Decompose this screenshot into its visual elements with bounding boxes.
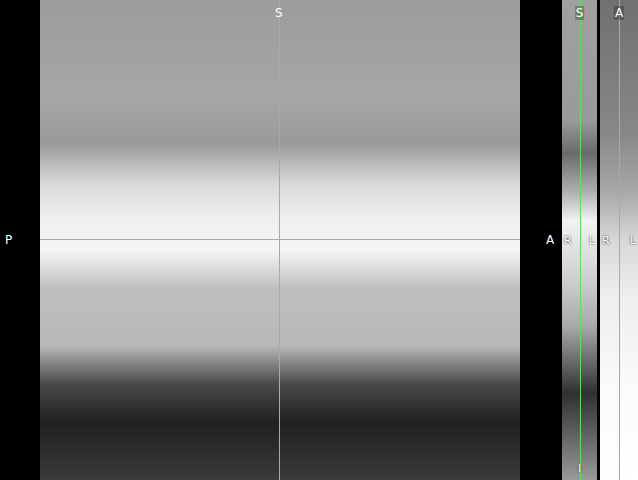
orientation-label: R: [602, 234, 610, 248]
orientation-label: A: [546, 233, 554, 247]
crosshair-vertical[interactable]: [580, 0, 581, 480]
orientation-label: L: [630, 234, 636, 248]
orientation-label: L: [589, 234, 595, 248]
side-view[interactable]: ARL: [600, 0, 638, 480]
orientation-label: P: [5, 233, 12, 247]
orientation-label: S: [275, 6, 283, 20]
orientation-label: I: [578, 462, 581, 476]
right-gutter: A: [520, 0, 562, 480]
image-viewer: PSASRLIARL: [0, 0, 638, 480]
sagittal-view[interactable]: S: [40, 0, 520, 480]
orientation-row: RL: [600, 234, 638, 248]
crosshair-vertical[interactable]: [279, 0, 280, 480]
orientation-label: R: [564, 234, 572, 248]
left-gutter: P: [0, 0, 40, 480]
side-view[interactable]: SRLI: [562, 0, 597, 480]
crosshair-horizontal[interactable]: [40, 239, 520, 240]
crosshair-vertical[interactable]: [619, 0, 620, 480]
orientation-label: S: [575, 6, 585, 20]
orientation-row: RL: [562, 234, 597, 248]
slice-image: [40, 0, 520, 480]
orientation-label: A: [614, 6, 624, 20]
